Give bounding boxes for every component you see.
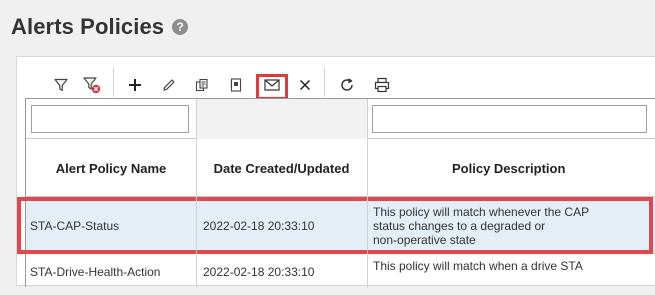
table-row[interactable]: STA-CAP-Status 2022-02-18 20:33:10 This … <box>17 197 655 254</box>
filter-row <box>26 99 655 139</box>
policies-panel: Alert Policy Name Date Created/Updated P… <box>16 56 655 288</box>
toolbar-separator <box>324 67 325 97</box>
table-header: Alert Policy Name Date Created/Updated P… <box>26 139 655 197</box>
clear-filter-icon[interactable] <box>80 73 104 97</box>
details-icon[interactable] <box>224 73 248 97</box>
email-button-highlight <box>256 74 288 100</box>
add-icon[interactable] <box>123 73 147 97</box>
description-cell: This policy will match when a drive STA <box>373 255 653 295</box>
refresh-icon[interactable] <box>335 73 359 97</box>
column-header-name[interactable]: Alert Policy Name <box>26 139 196 197</box>
description-line: This policy will match when a drive STA <box>373 259 583 273</box>
column-header-date[interactable]: Date Created/Updated <box>196 139 367 197</box>
date-cell: 2022-02-18 20:33:10 <box>203 265 315 279</box>
toolbar-separator <box>113 67 114 97</box>
selected-row-highlight <box>17 197 653 254</box>
description-filter-input[interactable] <box>372 105 647 133</box>
column-divider <box>367 99 368 288</box>
help-icon[interactable]: ? <box>172 19 189 35</box>
name-filter-input[interactable] <box>31 105 189 133</box>
toolbar <box>17 57 655 100</box>
alert-policies-table: Alert Policy Name Date Created/Updated P… <box>17 98 655 288</box>
edit-icon[interactable] <box>157 73 181 97</box>
date-filter-cell <box>196 99 367 139</box>
delete-icon[interactable] <box>293 73 317 97</box>
page-header: Alerts Policies ? <box>11 13 189 41</box>
filter-icon[interactable] <box>49 73 73 97</box>
page-title: Alerts Policies <box>11 14 165 39</box>
column-header-description[interactable]: Policy Description <box>367 139 655 197</box>
copy-icon[interactable] <box>190 73 214 97</box>
print-icon[interactable] <box>370 73 394 97</box>
column-divider <box>196 99 197 288</box>
table-row[interactable]: STA-Drive-Health-Action 2022-02-18 20:33… <box>26 255 655 295</box>
policy-name-cell: STA-Drive-Health-Action <box>30 265 161 279</box>
